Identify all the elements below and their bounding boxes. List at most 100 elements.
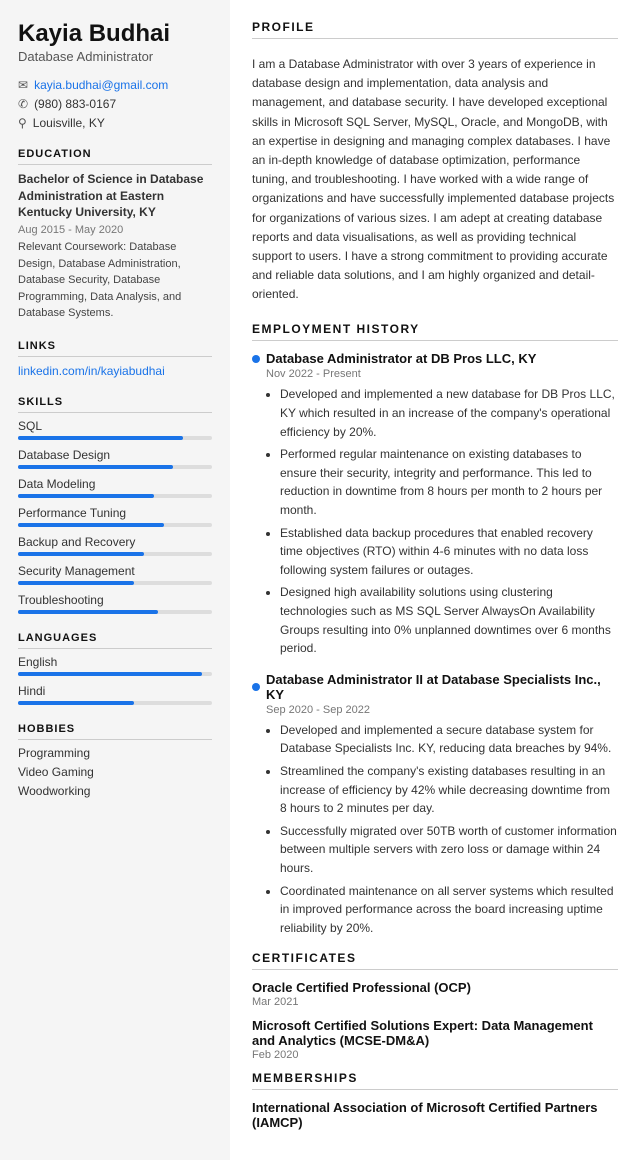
skill-item: Backup and Recovery [18, 535, 212, 556]
contact-email: ✉ kayia.budhai@gmail.com [18, 78, 212, 92]
hobby-item: Video Gaming [18, 765, 212, 779]
job-title-text: Database Administrator at DB Pros LLC, K… [266, 351, 536, 366]
job-title: Database Administrator II at Database Sp… [252, 672, 618, 702]
skill-item: Data Modeling [18, 477, 212, 498]
bullet-item: Successfully migrated over 50TB worth of… [280, 822, 618, 878]
links-section-title: LINKS [18, 340, 212, 357]
skill-label: Database Design [18, 448, 212, 462]
cert-block: Microsoft Certified Solutions Expert: Da… [252, 1018, 618, 1061]
memberships-list: International Association of Microsoft C… [252, 1100, 618, 1130]
skill-label: SQL [18, 419, 212, 433]
skills-section-title: SKILLS [18, 396, 212, 413]
contact-phone: ✆ (980) 883-0167 [18, 97, 212, 111]
education-section-title: EDUCATION [18, 148, 212, 165]
skill-bar-fill [18, 465, 173, 469]
resume-container: Kayia Budhai Database Administrator ✉ ka… [0, 0, 640, 1160]
language-item: English [18, 655, 212, 676]
hobbies-section-title: HOBBIES [18, 723, 212, 740]
job-block: Database Administrator II at Database Sp… [252, 672, 618, 938]
bullet-item: Developed and implemented a new database… [280, 385, 618, 441]
certificates-section-title: CERTIFICATES [252, 951, 618, 970]
skills-list: SQL Database Design Data Modeling Perfor… [18, 419, 212, 614]
language-label: Hindi [18, 684, 212, 698]
job-dot [252, 683, 260, 691]
language-item: Hindi [18, 684, 212, 705]
hobbies-list: Programming Video Gaming Woodworking [18, 746, 212, 798]
skill-bar-bg [18, 581, 212, 585]
skill-label: Troubleshooting [18, 593, 212, 607]
skill-bar-bg [18, 436, 212, 440]
language-bar-fill [18, 701, 134, 705]
job-title-text: Database Administrator II at Database Sp… [266, 672, 618, 702]
language-label: English [18, 655, 212, 669]
bullet-item: Performed regular maintenance on existin… [280, 445, 618, 519]
language-bar-bg [18, 701, 212, 705]
phone-value: (980) 883-0167 [34, 97, 116, 111]
phone-icon: ✆ [18, 97, 28, 111]
linkedin-link[interactable]: linkedin.com/in/kayiabudhai [18, 364, 165, 378]
cert-block: Oracle Certified Professional (OCP) Mar … [252, 980, 618, 1008]
skill-label: Data Modeling [18, 477, 212, 491]
cert-date: Feb 2020 [252, 1049, 618, 1061]
employment-section-title: EMPLOYMENT HISTORY [252, 322, 618, 341]
skill-bar-fill [18, 523, 164, 527]
skill-bar-fill [18, 552, 144, 556]
job-block: Database Administrator at DB Pros LLC, K… [252, 351, 618, 657]
bullet-item: Designed high availability solutions usi… [280, 583, 618, 657]
skill-bar-fill [18, 581, 134, 585]
bullet-item: Established data backup procedures that … [280, 524, 618, 580]
skill-label: Security Management [18, 564, 212, 578]
skill-item: Database Design [18, 448, 212, 469]
skill-bar-fill [18, 494, 154, 498]
linkedin-link-item: linkedin.com/in/kayiabudhai [18, 363, 212, 378]
main-content: PROFILE I am a Database Administrator wi… [230, 0, 640, 1160]
skill-item: Performance Tuning [18, 506, 212, 527]
skill-label: Performance Tuning [18, 506, 212, 520]
cert-name: Microsoft Certified Solutions Expert: Da… [252, 1018, 618, 1048]
skill-label: Backup and Recovery [18, 535, 212, 549]
job-title: Database Administrator at DB Pros LLC, K… [252, 351, 618, 366]
profile-text: I am a Database Administrator with over … [252, 55, 618, 304]
job-date: Nov 2022 - Present [266, 368, 618, 380]
skill-bar-bg [18, 552, 212, 556]
skill-bar-bg [18, 465, 212, 469]
education-degree: Bachelor of Science in Database Administ… [18, 171, 212, 221]
job-bullets: Developed and implemented a new database… [266, 385, 618, 657]
education-courses: Relevant Coursework: Database Design, Da… [18, 239, 212, 322]
cert-date: Mar 2021 [252, 996, 618, 1008]
skill-item: SQL [18, 419, 212, 440]
candidate-name: Kayia Budhai [18, 20, 212, 49]
bullet-item: Developed and implemented a secure datab… [280, 721, 618, 758]
cert-name: Oracle Certified Professional (OCP) [252, 980, 618, 995]
membership-name: International Association of Microsoft C… [252, 1100, 618, 1130]
job-date: Sep 2020 - Sep 2022 [266, 704, 618, 716]
skill-bar-bg [18, 610, 212, 614]
location-icon: ⚲ [18, 116, 27, 130]
skill-bar-fill [18, 610, 158, 614]
language-bar-fill [18, 672, 202, 676]
email-link[interactable]: kayia.budhai@gmail.com [34, 78, 168, 92]
education-date: Aug 2015 - May 2020 [18, 224, 212, 236]
jobs-list: Database Administrator at DB Pros LLC, K… [252, 351, 618, 937]
languages-list: English Hindi [18, 655, 212, 705]
job-dot [252, 355, 260, 363]
bullet-item: Coordinated maintenance on all server sy… [280, 882, 618, 938]
email-icon: ✉ [18, 78, 28, 92]
skill-item: Security Management [18, 564, 212, 585]
certs-list: Oracle Certified Professional (OCP) Mar … [252, 980, 618, 1061]
hobby-item: Woodworking [18, 784, 212, 798]
skill-item: Troubleshooting [18, 593, 212, 614]
profile-section-title: PROFILE [252, 20, 618, 39]
language-bar-bg [18, 672, 212, 676]
skill-bar-bg [18, 494, 212, 498]
skill-bar-fill [18, 436, 183, 440]
hobby-item: Programming [18, 746, 212, 760]
candidate-title: Database Administrator [18, 49, 212, 64]
location-value: Louisville, KY [33, 116, 105, 130]
memberships-section-title: MEMBERSHIPS [252, 1071, 618, 1090]
skill-bar-bg [18, 523, 212, 527]
languages-section-title: LANGUAGES [18, 632, 212, 649]
bullet-item: Streamlined the company's existing datab… [280, 762, 618, 818]
membership-block: International Association of Microsoft C… [252, 1100, 618, 1130]
sidebar: Kayia Budhai Database Administrator ✉ ka… [0, 0, 230, 1160]
